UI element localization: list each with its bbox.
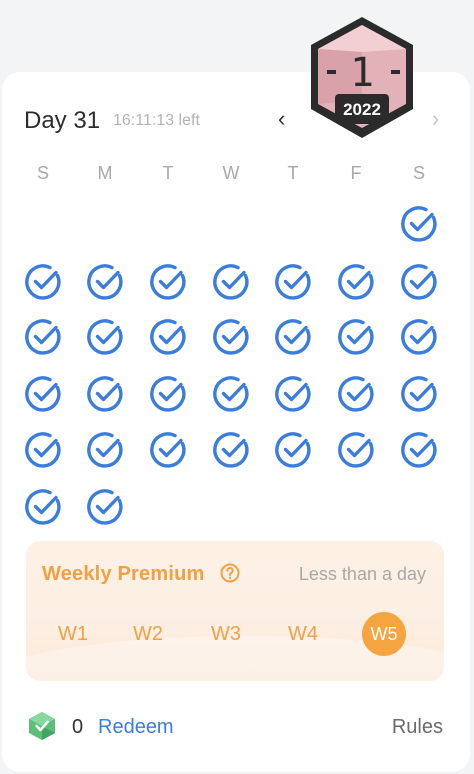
day-title: Day 31 bbox=[24, 107, 101, 134]
weekday-label: T bbox=[162, 163, 174, 183]
check-circle-icon[interactable] bbox=[211, 262, 251, 302]
check-circle-icon[interactable] bbox=[273, 317, 313, 357]
week-4-button[interactable]: W4 bbox=[279, 623, 327, 646]
check-circle-icon[interactable] bbox=[336, 374, 376, 414]
check-circle-icon[interactable] bbox=[23, 262, 63, 302]
weekday-label: F bbox=[350, 163, 362, 183]
check-circle-icon[interactable] bbox=[23, 374, 63, 414]
check-circle-icon[interactable] bbox=[85, 374, 125, 414]
check-circle-icon[interactable] bbox=[399, 204, 439, 244]
check-circle-icon[interactable] bbox=[336, 262, 376, 302]
check-circle-icon[interactable] bbox=[148, 317, 188, 357]
question-circle-icon[interactable] bbox=[220, 563, 240, 583]
check-circle-icon[interactable] bbox=[399, 317, 439, 357]
check-circle-icon[interactable] bbox=[336, 430, 376, 470]
check-circle-icon[interactable] bbox=[211, 317, 251, 357]
check-circle-icon[interactable] bbox=[85, 487, 125, 527]
check-circle-icon[interactable] bbox=[148, 430, 188, 470]
check-circle-icon[interactable] bbox=[399, 374, 439, 414]
premium-status: Less than a day bbox=[298, 564, 426, 584]
check-circle-icon[interactable] bbox=[273, 262, 313, 302]
check-circle-icon[interactable] bbox=[23, 317, 63, 357]
check-circle-icon[interactable] bbox=[336, 317, 376, 357]
weekday-label: W bbox=[222, 163, 240, 183]
check-circle-icon[interactable] bbox=[211, 374, 251, 414]
next-month-button[interactable]: › bbox=[432, 106, 439, 132]
week-2-button[interactable]: W2 bbox=[124, 623, 172, 646]
weekday-label: S bbox=[36, 163, 49, 183]
check-circle-icon[interactable] bbox=[273, 374, 313, 414]
week-1-button[interactable]: W1 bbox=[49, 623, 97, 646]
check-circle-icon[interactable] bbox=[399, 430, 439, 470]
check-circle-icon[interactable] bbox=[273, 430, 313, 470]
year-badge-icon: 1 2022 bbox=[311, 17, 413, 138]
time-left: 16:11:13 left bbox=[113, 112, 200, 129]
badge-year: 2022 bbox=[343, 100, 381, 119]
weekday-label: S bbox=[412, 163, 425, 183]
check-circle-icon[interactable] bbox=[148, 262, 188, 302]
points-count: 0 bbox=[72, 716, 84, 738]
previous-month-button[interactable]: ‹ bbox=[278, 106, 285, 132]
weekday-label: T bbox=[287, 163, 299, 183]
green-gem-icon bbox=[28, 711, 56, 741]
check-circle-icon[interactable] bbox=[23, 487, 63, 527]
redeem-link[interactable]: Redeem bbox=[98, 716, 174, 739]
check-circle-icon[interactable] bbox=[85, 262, 125, 302]
week-3-button[interactable]: W3 bbox=[202, 623, 250, 646]
check-circle-icon[interactable] bbox=[85, 317, 125, 357]
year-badge: 1 2022 bbox=[305, 14, 419, 142]
weekly-premium-title: Weekly Premium bbox=[42, 563, 205, 585]
badge-number: 1 bbox=[350, 50, 374, 96]
weekly-premium-panel: Weekly Premium Less than a day W1 W2 W3 … bbox=[26, 541, 444, 681]
week-5-button[interactable]: W5 bbox=[362, 612, 406, 656]
check-circle-icon[interactable] bbox=[148, 374, 188, 414]
weekday-label: M bbox=[97, 163, 113, 183]
check-circle-icon[interactable] bbox=[399, 262, 439, 302]
check-circle-icon[interactable] bbox=[85, 430, 125, 470]
rules-link[interactable]: Rules bbox=[392, 716, 443, 739]
check-circle-icon[interactable] bbox=[211, 430, 251, 470]
check-circle-icon[interactable] bbox=[23, 430, 63, 470]
